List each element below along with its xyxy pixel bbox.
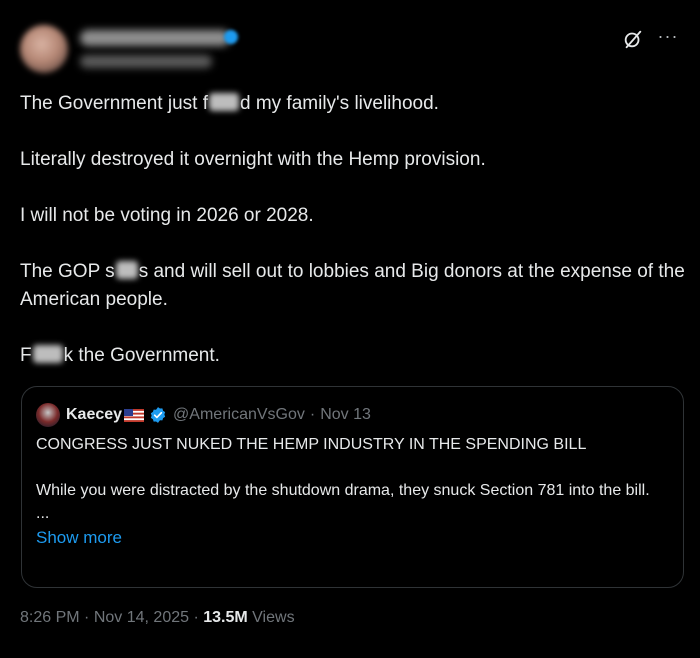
tweet-time[interactable]: 8:26 PM — [20, 609, 80, 626]
quoted-author-handle[interactable]: @AmericanVsGov — [173, 406, 305, 424]
tweet-date[interactable]: Nov 14, 2025 — [94, 609, 189, 626]
meta-separator: · — [84, 609, 90, 626]
grok-icon[interactable] — [622, 28, 644, 50]
views-label: Views — [252, 609, 295, 626]
tweet-line: Literally destroyed it overnight with th… — [20, 149, 486, 170]
author-name-redacted[interactable] — [80, 30, 230, 46]
tweet-metadata: 8:26 PM · Nov 14, 2025 · 13.5M Views — [20, 609, 295, 627]
quoted-tweet-text: CONGRESS JUST NUKED THE HEMP INDUSTRY IN… — [36, 436, 650, 549]
verified-icon — [150, 407, 166, 423]
tweet-line: I will not be voting in 2026 or 2028. — [20, 205, 314, 226]
censor-blur — [208, 93, 239, 111]
tweet-text: The Government just fd my family's livel… — [20, 90, 690, 370]
quoted-tweet-header: Kaecey @AmericanVsGov · Nov 13 — [36, 403, 371, 427]
tweet-line: Fk the Government. — [20, 345, 220, 366]
show-more-link[interactable]: Show more — [36, 526, 122, 549]
meta-separator: · — [193, 609, 199, 626]
author-avatar[interactable] — [20, 25, 68, 73]
verified-badge-icon — [224, 30, 238, 44]
quoted-author-avatar[interactable] — [36, 403, 60, 427]
us-flag-icon — [124, 408, 145, 422]
author-handle-redacted[interactable] — [80, 55, 212, 68]
quoted-tweet[interactable]: Kaecey @AmericanVsGov · Nov 13 CONGRESS … — [21, 386, 684, 588]
tweet-header: ··· — [20, 22, 680, 76]
tweet-line: The GOP ss and will sell out to lobbies … — [20, 261, 685, 310]
quoted-author-name[interactable]: Kaecey — [66, 406, 122, 424]
censor-blur — [32, 345, 63, 363]
meta-separator: · — [309, 406, 316, 423]
more-options-icon[interactable]: ··· — [656, 24, 680, 48]
views-count[interactable]: 13.5M — [203, 609, 247, 626]
censor-blur — [115, 261, 138, 279]
tweet-line: The Government just fd my family's livel… — [20, 93, 439, 114]
quoted-tweet-date[interactable]: Nov 13 — [320, 406, 371, 424]
